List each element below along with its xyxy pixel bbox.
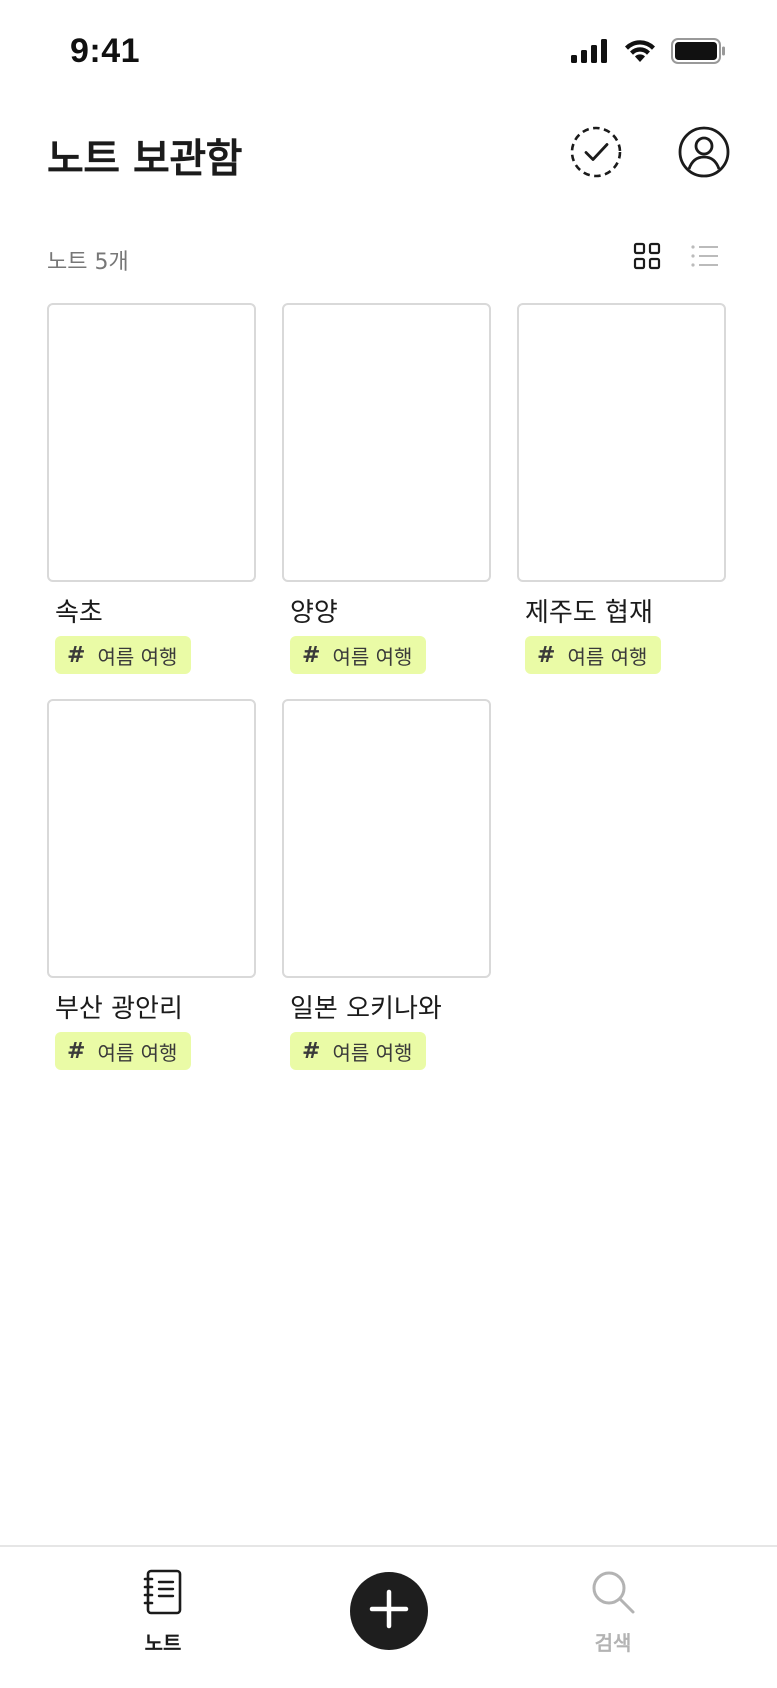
page-title: 노트 보관함 [47, 136, 242, 182]
note-tag-label: 여름 여행 [567, 644, 648, 669]
add-note-button[interactable] [350, 1572, 428, 1650]
note-thumbnail[interactable] [47, 303, 256, 582]
note-tag-label: 여름 여행 [97, 644, 178, 669]
note-title: 속초 [55, 598, 103, 628]
notes-grid: 속초 # 여름 여행 양양 # 여름 여행 제주도 협재 # 여름 여행 부산 … [47, 303, 732, 1095]
note-thumbnail[interactable] [282, 699, 491, 978]
note-tag-label: 여름 여행 [332, 1040, 413, 1065]
profile-button[interactable] [676, 126, 732, 182]
tab-search[interactable]: 검색 [553, 1569, 673, 1656]
plus-icon [369, 1589, 409, 1633]
note-tag[interactable]: # 여름 여행 [55, 636, 192, 674]
note-tag[interactable]: # 여름 여행 [290, 636, 427, 674]
note-title: 제주도 협재 [525, 598, 653, 628]
hashtag-icon: # [302, 642, 321, 668]
note-thumbnail[interactable] [517, 303, 726, 582]
tab-bar: 노트 검색 [0, 1545, 777, 1688]
note-card[interactable]: 양양 # 여름 여행 [282, 303, 491, 699]
hashtag-icon: # [67, 642, 86, 668]
note-card[interactable]: 부산 광안리 # 여름 여행 [47, 699, 256, 1095]
note-card[interactable]: 속초 # 여름 여행 [47, 303, 256, 699]
grid-view-button[interactable] [627, 238, 667, 278]
header: 노트 보관함 [0, 110, 777, 210]
wifi-icon [623, 38, 657, 68]
select-button[interactable] [568, 126, 624, 182]
list-view-icon [690, 243, 720, 273]
grid-view-icon [633, 242, 661, 274]
note-tag[interactable]: # 여름 여행 [55, 1032, 192, 1070]
hashtag-icon: # [67, 1038, 86, 1064]
note-thumbnail[interactable] [282, 303, 491, 582]
search-icon [590, 1569, 636, 1619]
status-bar: 9:41 [0, 0, 777, 100]
cellular-signal-icon [571, 39, 609, 67]
tab-notes[interactable]: 노트 [103, 1569, 223, 1656]
profile-icon [677, 125, 731, 183]
list-view-button[interactable] [685, 238, 725, 278]
note-title: 양양 [290, 598, 338, 628]
note-card[interactable]: 일본 오키나와 # 여름 여행 [282, 699, 491, 1095]
select-icon [569, 125, 623, 183]
note-title: 일본 오키나와 [290, 994, 442, 1024]
note-count: 노트 5개 [47, 250, 129, 275]
list-toolbar: 노트 5개 [0, 232, 777, 282]
note-thumbnail[interactable] [47, 699, 256, 978]
note-tag[interactable]: # 여름 여행 [290, 1032, 427, 1070]
note-tag-label: 여름 여행 [97, 1040, 178, 1065]
note-title: 부산 광안리 [55, 994, 183, 1024]
hashtag-icon: # [537, 642, 556, 668]
note-tag-label: 여름 여행 [332, 644, 413, 669]
status-icons [571, 38, 727, 68]
hashtag-icon: # [302, 1038, 321, 1064]
status-time: 9:41 [70, 32, 141, 70]
note-tag[interactable]: # 여름 여행 [525, 636, 662, 674]
notebook-icon [143, 1569, 183, 1619]
tab-search-label: 검색 [594, 1631, 632, 1655]
battery-icon [671, 38, 727, 68]
note-card[interactable]: 제주도 협재 # 여름 여행 [517, 303, 726, 699]
tab-notes-label: 노트 [144, 1631, 182, 1655]
